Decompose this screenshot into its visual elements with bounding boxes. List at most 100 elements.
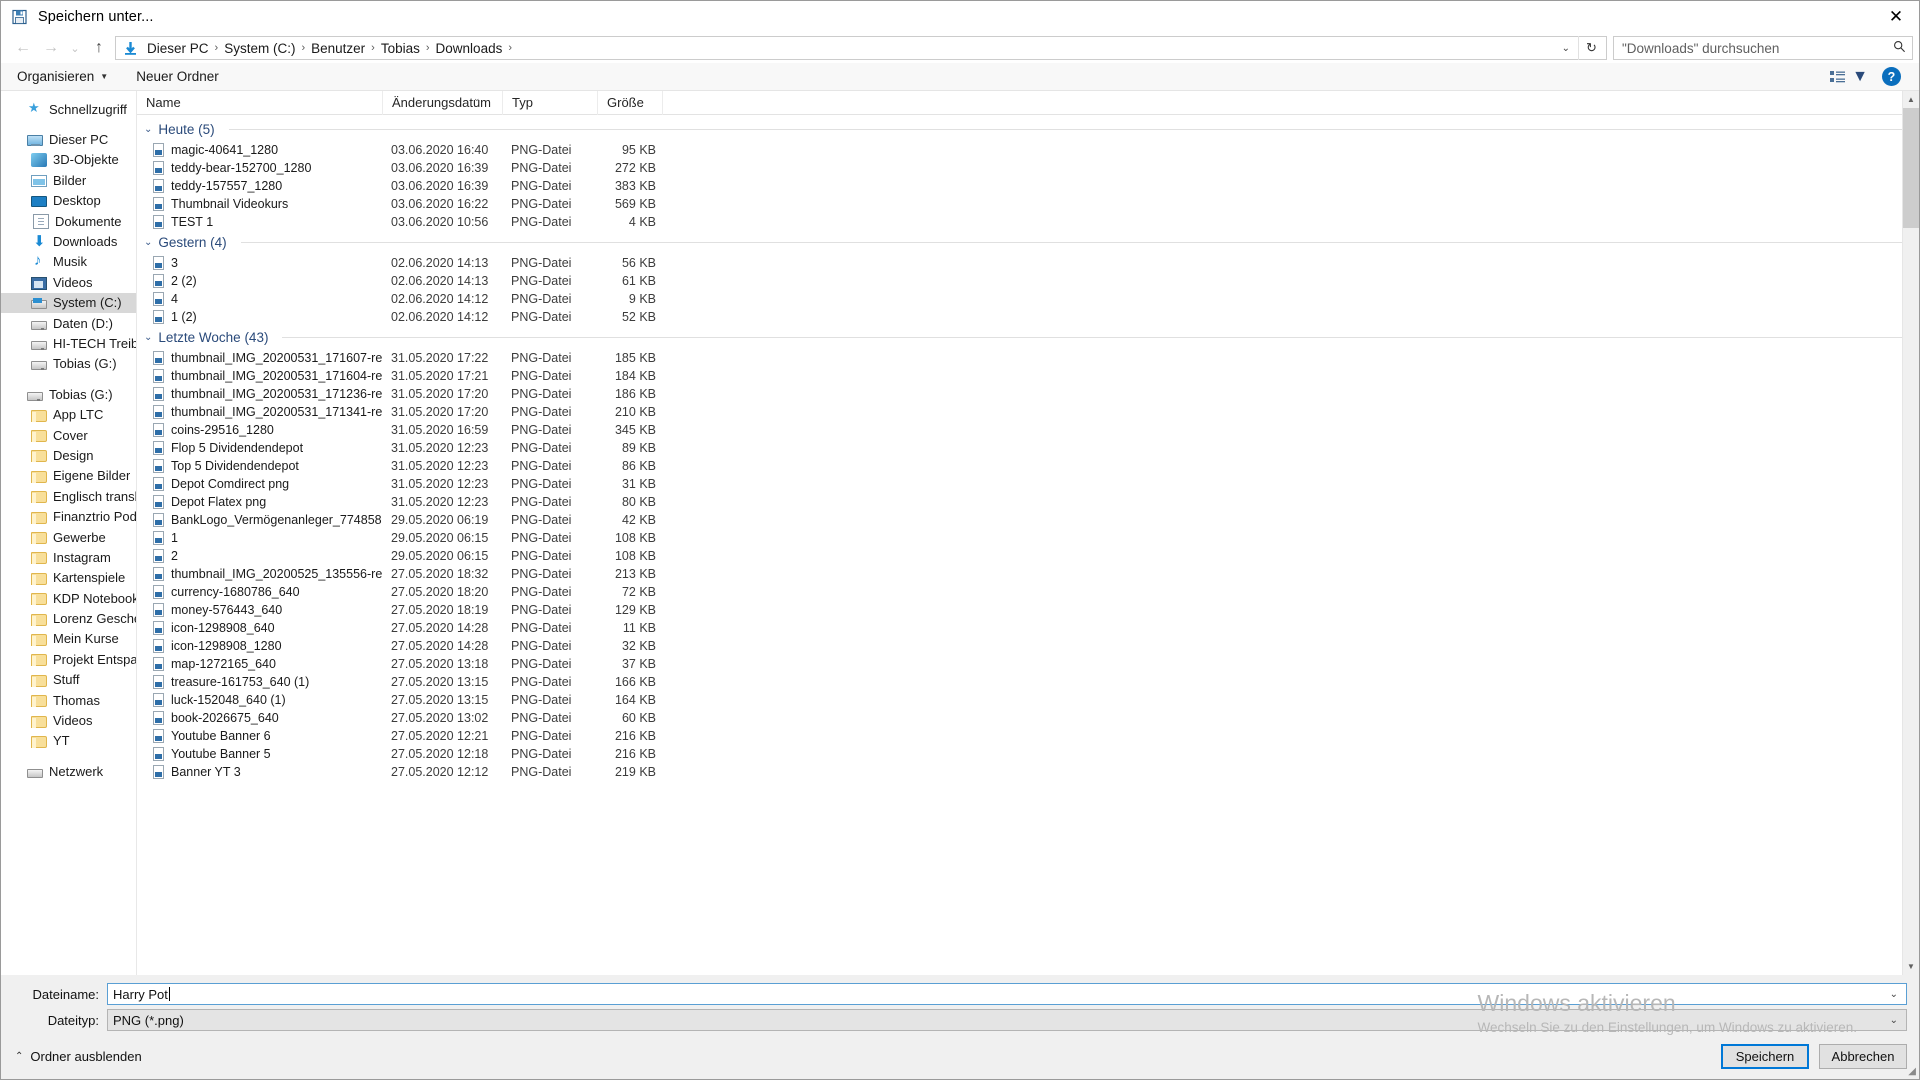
file-row[interactable]: 4 02.06.2020 14:12 PNG-Datei 9 KB (137, 290, 1919, 308)
sidebar-item-kdp-notebook[interactable]: KDP Notebook (1, 588, 136, 608)
breadcrumb-item-1[interactable]: System (C:) (221, 41, 298, 56)
sidebar-item-projekt-entspannun[interactable]: Projekt Entspannun (1, 649, 136, 669)
file-row[interactable]: TEST 1 03.06.2020 10:56 PNG-Datei 4 KB (137, 213, 1919, 231)
save-button[interactable]: Speichern (1721, 1043, 1809, 1069)
scrollbar-thumb[interactable] (1903, 108, 1919, 228)
sidebar-item-kartenspiele[interactable]: Kartenspiele (1, 568, 136, 588)
sidebar-item-tobias-g[interactable]: Tobias (G:) (1, 354, 136, 374)
file-group-header[interactable]: ⌄ Heute (5) (137, 118, 1919, 141)
breadcrumb-separator[interactable]: › (212, 42, 222, 54)
sidebar-item-videos[interactable]: Videos (1, 710, 136, 730)
chevron-down-icon[interactable]: ⌄ (1890, 989, 1902, 1000)
file-row[interactable]: Top 5 Dividendendepot 31.05.2020 12:23 PNG… (137, 457, 1919, 475)
hide-folders-button[interactable]: ⌃ Ordner ausblenden (15, 1049, 142, 1064)
file-row[interactable]: icon-1298908_1280 27.05.2020 14:28 PNG-Dat… (137, 637, 1919, 655)
file-row[interactable]: Thumbnail Videokurs 03.06.2020 16:22 PNG-D… (137, 195, 1919, 213)
sidebar-item-dokumente[interactable]: Dokumente (1, 211, 136, 231)
sidebar-item-3d-objekte[interactable]: 3D-Objekte (1, 150, 136, 170)
sidebar-item-gewerbe[interactable]: Gewerbe (1, 527, 136, 547)
sidebar-item-videos[interactable]: Videos (1, 272, 136, 292)
breadcrumb-separator[interactable]: › (505, 42, 515, 54)
file-row[interactable]: magic-40641_1280 03.06.2020 16:40 PNG-Date… (137, 141, 1919, 159)
breadcrumb-item-0[interactable]: Dieser PC (144, 41, 212, 56)
sidebar-item-lorenz-geschenk[interactable]: Lorenz Geschenk (1, 608, 136, 628)
sidebar-item-eigene-bilder[interactable]: Eigene Bilder (1, 466, 136, 486)
sidebar-item-tobias-g[interactable]: Tobias (G:) (1, 384, 136, 404)
sidebar-item-mein-kurse[interactable]: Mein Kurse (1, 629, 136, 649)
breadcrumb-item-3[interactable]: Tobias (378, 41, 423, 56)
search-icon[interactable] (1893, 40, 1906, 56)
chevron-down-icon[interactable]: ⌄ (144, 332, 152, 343)
sidebar-item-schnellzugriff[interactable]: Schnellzugriff (1, 99, 136, 119)
up-icon[interactable]: ↑ (85, 35, 113, 61)
file-row[interactable]: thumbnail_IMG_20200531_171236-remov... 31… (137, 385, 1919, 403)
file-row[interactable]: thumbnail_IMG_20200531_171607-remov... 31… (137, 349, 1919, 367)
new-folder-button[interactable]: Neuer Ordner (136, 69, 219, 84)
help-icon[interactable]: ? (1882, 67, 1901, 86)
file-row[interactable]: map-1272165_640 27.05.2020 13:18 PNG-Datei… (137, 655, 1919, 673)
file-row[interactable]: Depot Flatex png 31.05.2020 12:23 PNG-Date… (137, 493, 1919, 511)
sidebar-item-dieser-pc[interactable]: Dieser PC (1, 129, 136, 149)
file-row[interactable]: thumbnail_IMG_20200525_135556-remov... 27… (137, 565, 1919, 583)
breadcrumb-separator[interactable]: › (368, 42, 378, 54)
file-row[interactable]: currency-1680786_640 27.05.2020 18:20 PNG-… (137, 583, 1919, 601)
breadcrumb-item-2[interactable]: Benutzer (308, 41, 368, 56)
file-row[interactable]: 3 02.06.2020 14:13 PNG-Datei 56 KB (137, 254, 1919, 272)
file-row[interactable]: Youtube Banner 6 27.05.2020 12:21 PNG-Date… (137, 727, 1919, 745)
file-row[interactable]: Youtube Banner 5 27.05.2020 12:18 PNG-Date… (137, 745, 1919, 763)
file-row[interactable]: 1 29.05.2020 06:15 PNG-Datei 108 KB (137, 529, 1919, 547)
sidebar-item-finanztrio-podcast[interactable]: Finanztrio Podcast (1, 506, 136, 526)
breadcrumb-item-4[interactable]: Downloads (433, 41, 506, 56)
scroll-up-icon[interactable]: ▲ (1903, 91, 1919, 108)
file-row[interactable]: Flop 5 Dividendendepot 31.05.2020 12:23 PN… (137, 439, 1919, 457)
file-row[interactable]: treasure-161753_640 (1) 27.05.2020 13:15 P… (137, 673, 1919, 691)
organize-button[interactable]: Organisieren ▼ (17, 69, 108, 84)
file-group-header[interactable]: ⌄ Gestern (4) (137, 231, 1919, 254)
file-row[interactable]: 2 29.05.2020 06:15 PNG-Datei 108 KB (137, 547, 1919, 565)
column-header-name[interactable]: Name (137, 91, 382, 115)
sidebar-item-hi-tech-treiber-e[interactable]: HI-TECH Treiber (E:) (1, 333, 136, 353)
file-row[interactable]: book-2026675_640 27.05.2020 13:02 PNG-Date… (137, 709, 1919, 727)
file-row[interactable]: icon-1298908_640 27.05.2020 14:28 PNG-Date… (137, 619, 1919, 637)
scroll-down-icon[interactable]: ▼ (1903, 958, 1919, 975)
chevron-down-icon[interactable]: ⌄ (144, 237, 152, 248)
file-row[interactable]: luck-152048_640 (1) 27.05.2020 13:15 PNG-D… (137, 691, 1919, 709)
file-row[interactable]: 2 (2) 02.06.2020 14:13 PNG-Datei 61 KB (137, 272, 1919, 290)
refresh-icon[interactable]: ↻ (1578, 36, 1604, 60)
resize-grip-icon[interactable]: ◢ (1908, 1066, 1916, 1077)
sidebar-item-stuff[interactable]: Stuff (1, 670, 136, 690)
breadcrumb[interactable]: Dieser PC › System (C:) › Benutzer › Tob… (115, 36, 1607, 60)
sidebar-item-englisch-translate[interactable]: Englisch translate (1, 486, 136, 506)
column-header-date[interactable]: Änderungsdatum (382, 90, 502, 115)
cancel-button[interactable]: Abbrechen (1819, 1043, 1907, 1069)
close-icon[interactable]: ✕ (1873, 1, 1919, 33)
sidebar-item-desktop[interactable]: Desktop (1, 191, 136, 211)
navigation-pane[interactable]: Schnellzugriff Dieser PC 3D-Objekte Bilder D… (1, 91, 137, 975)
filetype-select[interactable]: PNG (*.png) ⌄ (107, 1009, 1907, 1031)
sidebar-item-cover[interactable]: Cover (1, 425, 136, 445)
sidebar-item-musik[interactable]: Musik (1, 252, 136, 272)
sidebar-item-instagram[interactable]: Instagram (1, 547, 136, 567)
sidebar-item-bilder[interactable]: Bilder (1, 170, 136, 190)
column-header-size[interactable]: Größe (597, 90, 662, 115)
chevron-down-icon[interactable]: ⌄ (144, 124, 152, 135)
chevron-down-icon[interactable]: ⌄ (1554, 43, 1578, 54)
file-row[interactable]: teddy-157557_1280 03.06.2020 16:39 PNG-Dat… (137, 177, 1919, 195)
filename-input[interactable]: Harry Pot ⌄ (107, 983, 1907, 1005)
file-row[interactable]: coins-29516_1280 31.05.2020 16:59 PNG-Date… (137, 421, 1919, 439)
chevron-down-icon[interactable]: ⌄ (1890, 1015, 1902, 1026)
file-row[interactable]: Banner YT 3 27.05.2020 12:12 PNG-Datei 219 … (137, 763, 1919, 781)
file-rows[interactable]: ⌄ Heute (5) magic-40641_1280 03.06.2020 16:… (137, 115, 1919, 975)
file-row[interactable]: teddy-bear-152700_1280 03.06.2020 16:39 PN… (137, 159, 1919, 177)
breadcrumb-separator[interactable]: › (298, 42, 308, 54)
sidebar-item-yt[interactable]: YT (1, 731, 136, 751)
file-row[interactable]: 1 (2) 02.06.2020 14:12 PNG-Datei 52 KB (137, 308, 1919, 326)
forward-icon[interactable]: → (37, 35, 65, 61)
search-input[interactable]: "Downloads" durchsuchen (1613, 36, 1913, 60)
recent-locations-icon[interactable]: ⌄ (65, 35, 85, 61)
sidebar-item-downloads[interactable]: Downloads (1, 231, 136, 251)
view-mode-button[interactable]: ▼ (1830, 68, 1868, 86)
file-row[interactable]: thumbnail_IMG_20200531_171604-remov... 31… (137, 367, 1919, 385)
file-row[interactable]: money-576443_640 27.05.2020 18:19 PNG-Date… (137, 601, 1919, 619)
column-header-type[interactable]: Typ (502, 90, 597, 115)
